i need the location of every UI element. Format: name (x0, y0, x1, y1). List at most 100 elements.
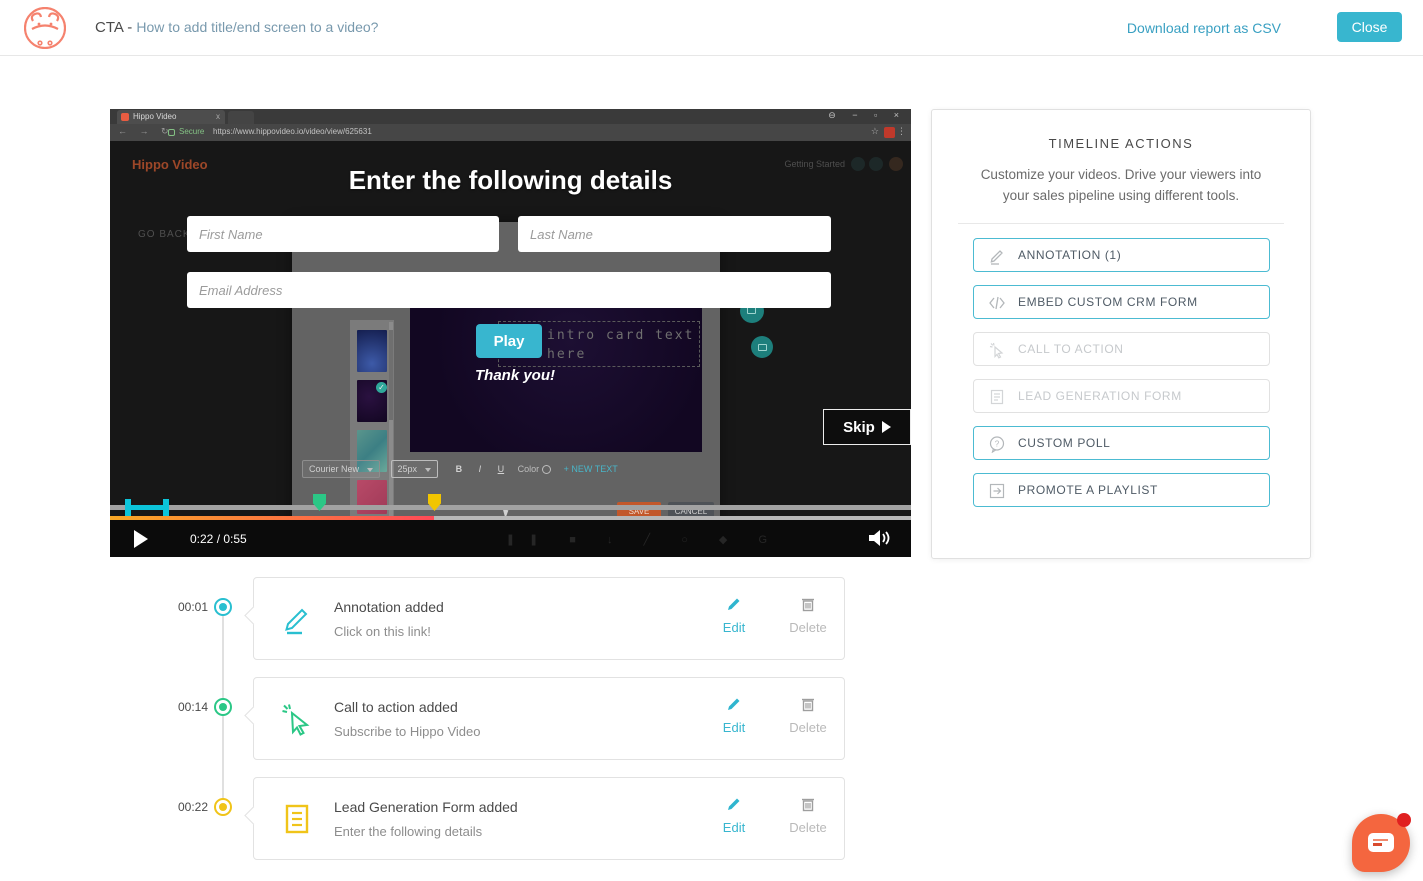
volume-icon[interactable] (867, 527, 891, 549)
delete-button[interactable]: Delete (780, 596, 836, 635)
browser-tabbar: Hippo Video x ⊖ − ▫ × (110, 109, 911, 124)
pencil-icon (280, 602, 314, 636)
play-triangle-icon (882, 421, 891, 433)
delete-button[interactable]: Delete (780, 796, 836, 835)
chevron-down-icon (367, 468, 373, 472)
lock-icon (168, 129, 175, 136)
first-name-field[interactable] (187, 216, 499, 252)
event-bullet (214, 698, 232, 716)
size-select: 25px (391, 460, 439, 478)
event-time: 00:14 (148, 700, 208, 714)
leadgen-heading: Enter the following details (110, 165, 911, 196)
event-title: Annotation added (334, 599, 444, 615)
event-bullet (214, 598, 232, 616)
thank-you-text: Thank you! (475, 367, 555, 384)
last-name-field[interactable] (518, 216, 831, 252)
skip-button[interactable]: Skip (823, 409, 911, 445)
modal-scrollbar (389, 322, 393, 528)
template-thumbnail (357, 330, 387, 372)
trash-icon (800, 596, 816, 612)
page-title-prefix: CTA - (95, 19, 132, 36)
timeline-actions-panel: TIMELINE ACTIONS Customize your videos. … (931, 109, 1311, 559)
edit-pencil-icon (726, 796, 742, 812)
trash-icon (800, 696, 816, 712)
event-card-leadgen: Lead Generation Form added Enter the fol… (253, 777, 845, 860)
modal-text-toolbar: Courier New 25px B I U Color + NEW TEXT (302, 460, 712, 484)
panel-title: TIMELINE ACTIONS (932, 136, 1310, 151)
page: CTA - How to add title/end screen to a v… (0, 0, 1423, 881)
arrow-box-icon (988, 482, 1006, 500)
lead-generation-form-button[interactable]: LEAD GENERATION FORM (973, 379, 1270, 413)
font-select: Courier New (302, 460, 380, 478)
event-subtitle: Enter the following details (334, 824, 482, 839)
notification-dot (1397, 813, 1411, 827)
play-icon[interactable] (134, 530, 148, 548)
new-tab (228, 111, 254, 124)
underline-button: U (498, 464, 505, 474)
event-title: Lead Generation Form added (334, 799, 518, 815)
download-csv-link[interactable]: Download report as CSV (1127, 20, 1281, 36)
chevron-down-icon (425, 468, 431, 472)
url-text: https://www.hippovideo.io/video/view/625… (213, 127, 372, 136)
chat-widget-button[interactable] (1352, 814, 1410, 872)
color-label: Color (518, 464, 540, 474)
chat-bubble-icon (1368, 833, 1394, 852)
hippo-logo-icon (24, 7, 66, 49)
extension-icon (884, 127, 895, 138)
bookmark-star-icon: ☆ (871, 126, 879, 137)
browser-nav-icons: ← → ↻ (118, 126, 174, 137)
event-subtitle: Click on this link! (334, 624, 431, 639)
promote-playlist-button[interactable]: PROMOTE A PLAYLIST (973, 473, 1270, 507)
question-bubble-icon: ? (988, 435, 1006, 453)
cursor-click-icon (988, 341, 1006, 359)
new-text-button: + NEW TEXT (564, 464, 618, 474)
page-title: CTA - How to add title/end screen to a v… (95, 19, 378, 36)
video-player[interactable]: Hippo Video x ⊖ − ▫ × ← → ↻ Secure https… (110, 109, 911, 557)
browser-menu-icon: ⋮ (897, 126, 906, 137)
delete-button[interactable]: Delete (780, 696, 836, 735)
pencil-icon (988, 247, 1006, 265)
actions-list: ANNOTATION (1) EMBED CUSTOM CRM FORM CAL… (973, 238, 1310, 520)
panel-description: Customize your videos. Drive your viewer… (966, 165, 1276, 207)
event-subtitle: Subscribe to Hippo Video (334, 724, 480, 739)
edit-button[interactable]: Edit (706, 596, 762, 635)
go-back-label: GO BACK (138, 229, 191, 240)
tab-close-icon: x (216, 110, 220, 124)
embed-crm-form-button[interactable]: EMBED CUSTOM CRM FORM (973, 285, 1270, 319)
browser-addressbar: ← → ↻ Secure https://www.hippovideo.io/v… (110, 124, 911, 141)
event-card-annotation: Annotation added Click on this link! Edi… (253, 577, 845, 660)
code-icon (988, 294, 1006, 312)
annotation-range-handle[interactable] (125, 499, 169, 516)
annotation-button[interactable]: ANNOTATION (1) (973, 238, 1270, 272)
email-field[interactable] (187, 272, 831, 308)
edit-pencil-icon (726, 596, 742, 612)
window-controls: ⊖ − ▫ × (828, 110, 906, 121)
play-button[interactable]: Play (476, 324, 542, 358)
event-card-cta: Call to action added Subscribe to Hippo … (253, 677, 845, 760)
event-bullet (214, 798, 232, 816)
browser-tab: Hippo Video x (117, 110, 225, 124)
video-title: How to add title/end screen to a video? (136, 19, 378, 35)
cursor-click-icon (280, 702, 314, 736)
italic-button: I (479, 464, 482, 474)
event-title: Call to action added (334, 699, 458, 715)
custom-poll-button[interactable]: ? CUSTOM POLL (973, 426, 1270, 460)
close-button[interactable]: Close (1337, 12, 1402, 42)
color-picker-icon (542, 465, 551, 474)
timeline-track[interactable] (110, 505, 911, 510)
recording-toolbar-icons: ❚❚ ■ ↓ ╱ ○ ◆ G (506, 533, 781, 546)
bold-button: B (456, 464, 463, 474)
edit-button[interactable]: Edit (706, 796, 762, 835)
edit-button[interactable]: Edit (706, 696, 762, 735)
divider (958, 223, 1284, 224)
layers-bubble-icon (751, 336, 773, 358)
edit-pencil-icon (726, 696, 742, 712)
call-to-action-button[interactable]: CALL TO ACTION (973, 332, 1270, 366)
document-icon (988, 388, 1006, 406)
event-time: 00:22 (148, 800, 208, 814)
time-display: 0:22 / 0:55 (190, 532, 247, 546)
app-header: CTA - How to add title/end screen to a v… (0, 0, 1423, 56)
document-icon (280, 802, 314, 836)
favicon-icon (121, 113, 129, 121)
secure-label: Secure (179, 127, 204, 136)
